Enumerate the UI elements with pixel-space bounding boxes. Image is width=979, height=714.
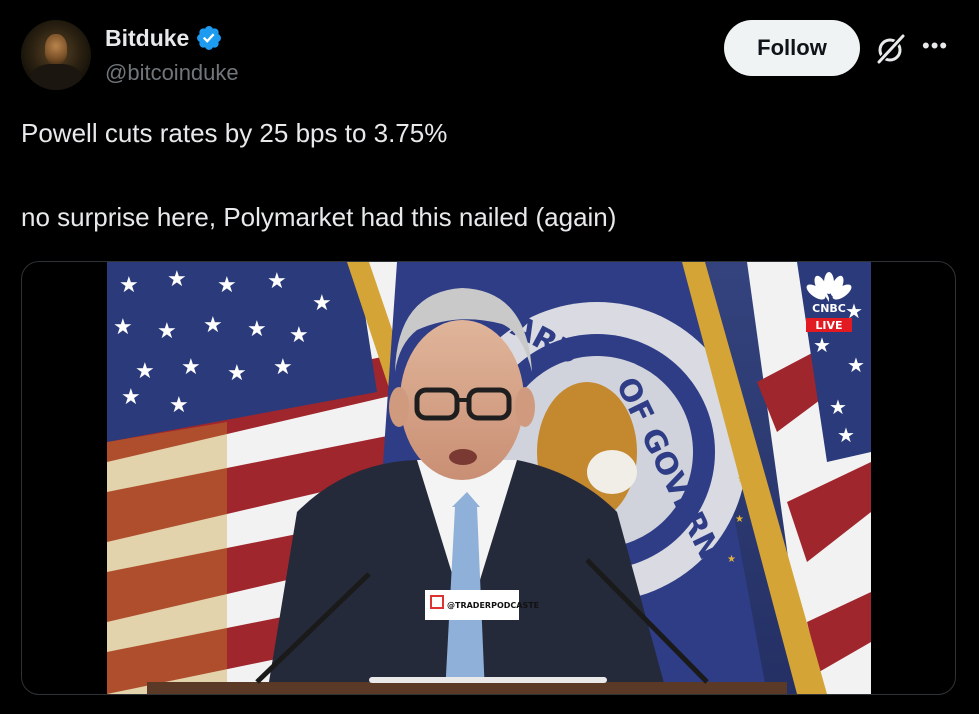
author-handle[interactable]: @bitcoinduke	[105, 60, 239, 86]
watermark-text: @TRADERPODCASTE	[447, 601, 539, 610]
svg-text:★: ★	[135, 359, 155, 384]
svg-text:★: ★	[312, 291, 332, 316]
svg-text:★: ★	[813, 333, 831, 357]
video-frame[interactable]: ★ ★ ★ ★★ ★ ★ ★ ★ ★ ★ ★ ★ ★ ★ ★ ARD OF GOVERN ★★ ★★★	[107, 262, 871, 694]
tweet-text-line-1: Powell cuts rates by 25 bps to 3.75%	[21, 118, 448, 148]
grok-icon[interactable]	[873, 31, 909, 67]
video-scrub-bar[interactable]	[369, 677, 607, 683]
cnbc-text: CNBC	[812, 302, 846, 315]
svg-text:★: ★	[157, 319, 177, 344]
svg-text:★: ★	[181, 355, 201, 380]
svg-text:★: ★	[227, 361, 247, 386]
svg-text:★: ★	[837, 423, 855, 447]
svg-text:★: ★	[247, 317, 267, 342]
live-badge: LIVE	[815, 319, 842, 332]
svg-text:★: ★	[847, 353, 865, 377]
author-name-row: Bitduke	[105, 24, 223, 52]
svg-text:★: ★	[217, 273, 237, 298]
verified-badge-icon	[197, 26, 222, 50]
tweet-text-line-2: no surprise here, Polymarket had this na…	[21, 202, 617, 232]
svg-text:★: ★	[113, 315, 133, 340]
svg-text:★: ★	[121, 385, 141, 410]
svg-text:★: ★	[829, 395, 847, 419]
author-avatar[interactable]	[21, 20, 91, 90]
svg-text:★: ★	[273, 355, 293, 380]
video-player[interactable]: ★ ★ ★ ★ ★ ★ ★ ★ ★ ★ ★ ★ ★ ★ ★ ★ ARD OF GOVERN ★ ★ ★ ★ ★	[21, 261, 956, 695]
avatar-coat	[31, 64, 81, 90]
author-name[interactable]: Bitduke	[105, 25, 189, 52]
svg-text:★: ★	[203, 313, 223, 338]
more-options-icon[interactable]: •••	[922, 28, 948, 64]
svg-text:★: ★	[119, 273, 139, 298]
svg-text:★: ★	[169, 393, 189, 418]
svg-text:★: ★	[727, 554, 736, 565]
svg-text:★: ★	[167, 267, 187, 292]
avatar-face	[45, 34, 67, 64]
follow-button[interactable]: Follow	[724, 20, 860, 76]
svg-text:★: ★	[289, 323, 309, 348]
svg-text:★: ★	[735, 514, 744, 525]
svg-text:★: ★	[267, 269, 287, 294]
